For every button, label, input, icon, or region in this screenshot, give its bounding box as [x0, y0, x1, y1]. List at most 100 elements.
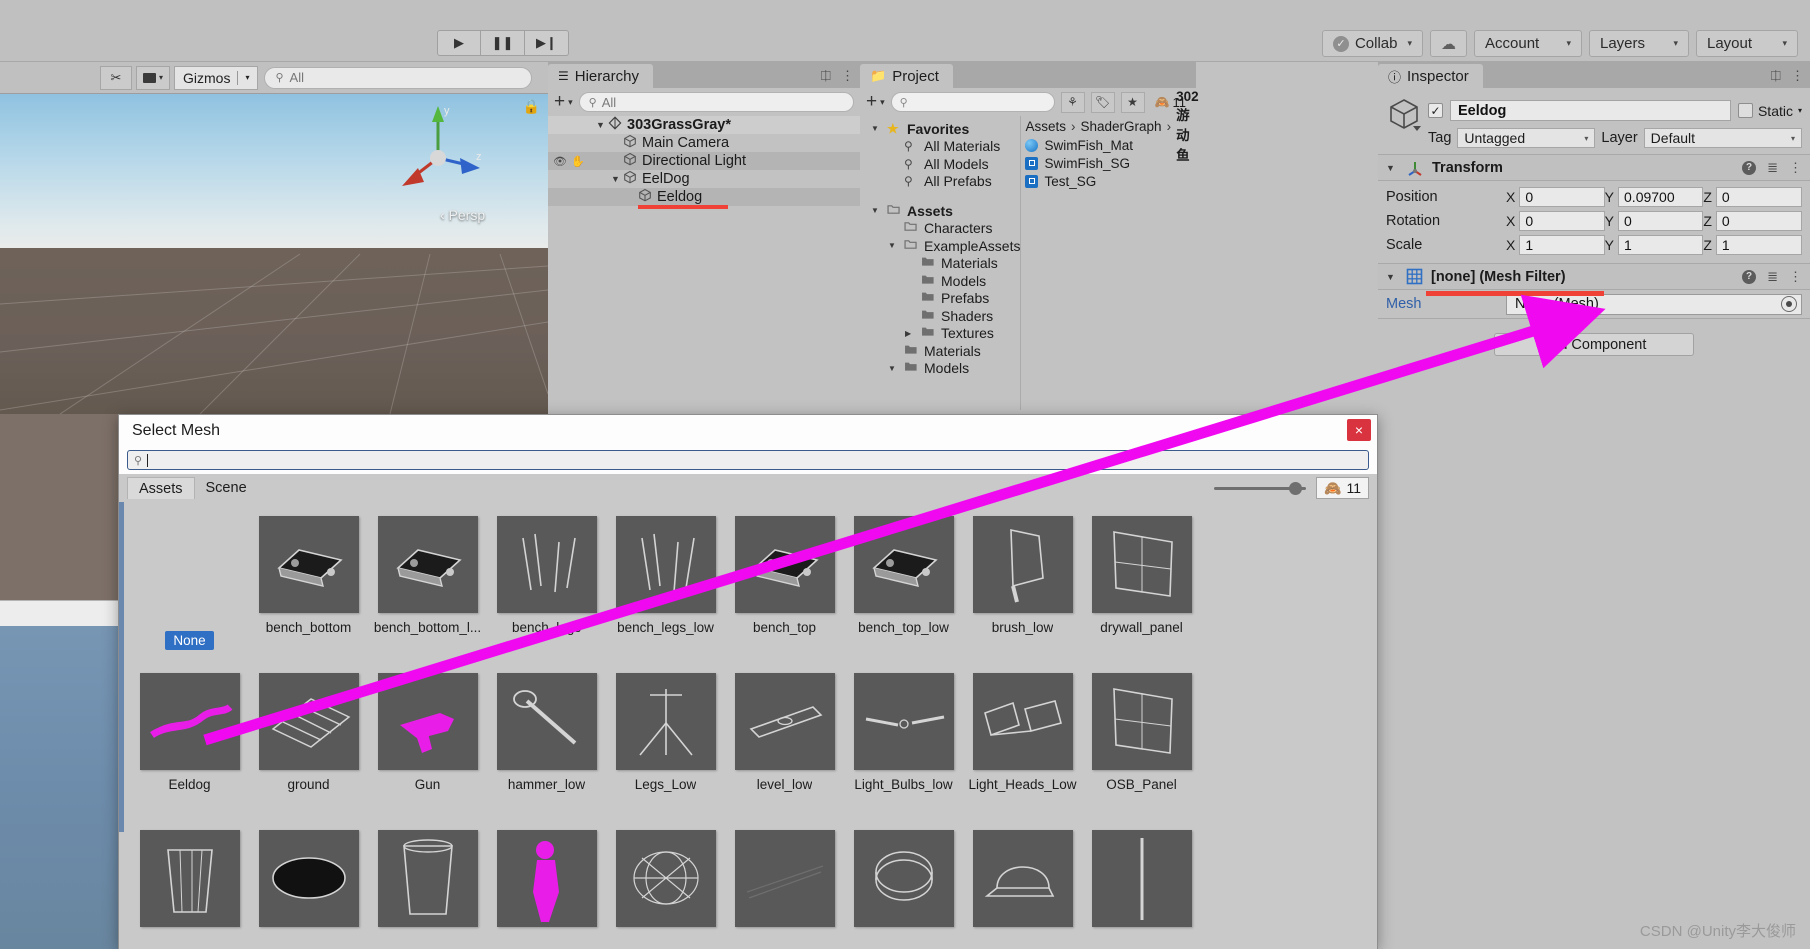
- select-mesh-dialog[interactable]: Select Mesh × ⚲ Assets Scene 🙈 11 None b…: [118, 414, 1378, 949]
- step-button[interactable]: ▶❙: [525, 30, 569, 56]
- transform-component-header[interactable]: ▼ Transform ? ≣ ⋮: [1378, 154, 1810, 181]
- chevron-down-icon[interactable]: ▼: [596, 120, 608, 130]
- mesh-thumbnail[interactable]: [1091, 516, 1192, 613]
- rotation-x-field[interactable]: 0: [1519, 211, 1605, 231]
- save-filter-icon[interactable]: ⚘: [1060, 91, 1085, 113]
- mesh-thumbnail[interactable]: [377, 516, 478, 613]
- hierarchy-item-main-camera[interactable]: Main Camera: [548, 134, 860, 152]
- account-button[interactable]: Account ▾: [1474, 30, 1582, 57]
- chevron-down-icon[interactable]: ▼: [611, 174, 623, 184]
- scale-z-field[interactable]: 1: [1715, 235, 1803, 255]
- project-tree-item-materials[interactable]: Materials: [860, 342, 1020, 360]
- static-checkbox[interactable]: [1737, 103, 1753, 118]
- mesh-thumbnail[interactable]: [258, 673, 359, 770]
- position-x-field[interactable]: 0: [1519, 187, 1605, 207]
- project-tree-item-all prefabs[interactable]: ⚲ All Prefabs: [860, 173, 1020, 191]
- dialog-search-input[interactable]: ⚲: [127, 450, 1369, 470]
- slider-knob[interactable]: [1289, 481, 1303, 495]
- preset-icon[interactable]: ≣: [1767, 269, 1778, 285]
- mesh-cell-light-bulbs-low[interactable]: Light_Bulbs_low: [844, 673, 963, 830]
- mesh-cell-gun[interactable]: Gun: [368, 673, 487, 830]
- mesh-thumbnail[interactable]: [853, 516, 954, 613]
- mesh-cell-ground[interactable]: ground: [249, 673, 368, 830]
- thumbnail-size-slider[interactable]: [1214, 481, 1307, 495]
- object-name-field[interactable]: Eeldog: [1450, 100, 1731, 121]
- mesh-thumbnail[interactable]: [258, 830, 359, 927]
- mesh-thumbnail[interactable]: [496, 673, 597, 770]
- scene-search-input[interactable]: ⚲ All: [264, 66, 532, 89]
- add-component-button[interactable]: Add Component: [1494, 333, 1694, 356]
- grid-scrollbar[interactable]: [119, 502, 124, 949]
- mesh-thumbnail[interactable]: [972, 516, 1073, 613]
- mesh-thumbnail[interactable]: [615, 516, 716, 613]
- help-icon[interactable]: ?: [1742, 269, 1757, 284]
- chevron-down-icon[interactable]: ▼: [871, 206, 882, 215]
- mesh-cell[interactable]: [1082, 830, 1201, 949]
- mesh-cell-bench-legs[interactable]: bench_legs: [487, 516, 606, 673]
- mesh-thumbnail[interactable]: [1091, 673, 1192, 770]
- hierarchy-add-button[interactable]: + ▾: [554, 91, 573, 113]
- tab-inspector[interactable]: ⓘ Inspector: [1378, 64, 1483, 88]
- breadcrumb-item[interactable]: 302游动鱼: [1176, 89, 1199, 164]
- asset-item-list[interactable]: SwimFish_Mat SwimFish_SG Test_SG: [1021, 136, 1198, 190]
- project-folder-tree[interactable]: ▼ ★ Favorites ⚲ All Materials ⚲ All Models ⚲ All…: [860, 116, 1021, 410]
- chevron-down-icon[interactable]: ▼: [1386, 272, 1398, 282]
- static-toggle[interactable]: Static ▾: [1737, 103, 1802, 119]
- project-tree-item-assets[interactable]: ▼ Assets: [860, 202, 1020, 220]
- camera-icon[interactable]: ▾: [136, 65, 171, 90]
- cloud-button[interactable]: ☁: [1430, 30, 1467, 57]
- hierarchy-item-eeldog[interactable]: ▼ EelDog: [548, 170, 860, 188]
- rotation-z-field[interactable]: 0: [1715, 211, 1803, 231]
- lock-icon[interactable]: ⎅: [821, 68, 831, 84]
- rotation-y-field[interactable]: 0: [1618, 211, 1704, 231]
- project-search-input[interactable]: ⚲: [890, 92, 1055, 112]
- mesh-cell-none[interactable]: None: [130, 516, 249, 673]
- tab-assets[interactable]: Assets: [127, 477, 195, 499]
- project-tree-item-favorites[interactable]: ▼ ★ Favorites: [860, 120, 1020, 138]
- collab-button[interactable]: ✓ Collab ▾: [1321, 30, 1423, 57]
- favorite-star-icon[interactable]: ★: [1120, 91, 1145, 113]
- tag-dropdown[interactable]: Untagged ▾: [1457, 128, 1596, 148]
- mesh-cell-bench-legs-low[interactable]: bench_legs_low: [606, 516, 725, 673]
- chevron-down-icon[interactable]: ▾: [1798, 106, 1802, 115]
- chevron-down-icon[interactable]: ▼: [888, 364, 899, 373]
- mesh-cell-osb-panel[interactable]: OSB_Panel: [1082, 673, 1201, 830]
- mesh-cell[interactable]: [725, 830, 844, 949]
- scale-y-field[interactable]: 1: [1618, 235, 1704, 255]
- scene-axis-gizmo[interactable]: y z: [392, 102, 484, 202]
- mesh-thumbnail[interactable]: [972, 673, 1073, 770]
- layer-dropdown[interactable]: Default ▾: [1643, 128, 1802, 148]
- project-tree-item-textures[interactable]: ▶ Textures: [860, 325, 1020, 343]
- mesh-cell-hammer-low[interactable]: hammer_low: [487, 673, 606, 830]
- preset-icon[interactable]: ≣: [1767, 160, 1778, 176]
- project-tree-item-all materials[interactable]: ⚲ All Materials: [860, 138, 1020, 156]
- pause-button[interactable]: ❚❚: [481, 30, 525, 56]
- hand-icon[interactable]: ✋: [571, 155, 585, 168]
- project-tree-item-models[interactable]: Models: [860, 272, 1020, 290]
- mesh-cell-light-heads-low[interactable]: Light_Heads_Low: [963, 673, 1082, 830]
- asset-item[interactable]: SwimFish_SG: [1021, 154, 1198, 172]
- gizmos-dropdown[interactable]: Gizmos ▾: [174, 65, 259, 90]
- mesh-cell-level-low[interactable]: level_low: [725, 673, 844, 830]
- mesh-thumbnail[interactable]: [615, 830, 716, 927]
- mesh-thumbnail[interactable]: [377, 673, 478, 770]
- mesh-cell[interactable]: [487, 830, 606, 949]
- project-tree-item-materials[interactable]: Materials: [860, 255, 1020, 273]
- mesh-cell-bench-bottom-l---[interactable]: bench_bottom_l...: [368, 516, 487, 673]
- mesh-thumbnail[interactable]: [734, 830, 835, 927]
- mesh-thumbnail[interactable]: [139, 673, 240, 770]
- mesh-thumbnail[interactable]: [615, 673, 716, 770]
- asset-item[interactable]: Test_SG: [1021, 172, 1198, 190]
- eye-icon[interactable]: 👁: [553, 155, 567, 168]
- mesh-grid-rows[interactable]: None bench_bottom bench_bottom_l... bench_l…: [119, 516, 1377, 949]
- mesh-cell[interactable]: [130, 830, 249, 949]
- none-option-chip[interactable]: None: [165, 631, 214, 650]
- project-tree-item-all models[interactable]: ⚲ All Models: [860, 155, 1020, 173]
- mesh-grid[interactable]: None bench_bottom bench_bottom_l... bench_l…: [119, 502, 1377, 949]
- tools-icon[interactable]: ✂: [100, 65, 132, 90]
- chevron-down-icon[interactable]: ▼: [888, 241, 899, 250]
- scrollbar-thumb[interactable]: [119, 502, 124, 832]
- mesh-thumbnail[interactable]: [377, 830, 478, 927]
- mesh-thumbnail[interactable]: [853, 673, 954, 770]
- close-icon[interactable]: ×: [1347, 419, 1371, 441]
